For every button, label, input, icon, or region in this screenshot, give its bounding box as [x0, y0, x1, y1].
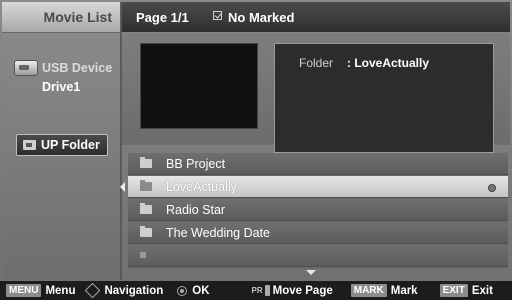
move-page-icon — [264, 285, 270, 296]
up-folder-label: UP Folder — [41, 138, 100, 152]
file-row[interactable]: BB Project — [128, 153, 508, 175]
menu-key-label: Menu — [45, 284, 76, 297]
drive-label[interactable]: Drive1 — [42, 80, 80, 94]
exit-key-badge: EXIT — [439, 284, 468, 297]
menu-key-badge: MENU — [6, 284, 42, 297]
ok-button-icon — [177, 285, 188, 296]
folder-info-key: Folder — [299, 56, 334, 70]
file-row-selected[interactable]: LoveActually — [120, 176, 508, 198]
footer-key-guide: MENU Menu Navigation OK PR Move Page MAR… — [0, 281, 512, 300]
file-name: BB Project — [166, 157, 226, 171]
navigation-label: Navigation — [104, 284, 164, 297]
header-bar: Page 1/1 No Marked — [122, 2, 510, 32]
row-pointer-icon — [120, 182, 125, 192]
up-folder-icon — [23, 140, 36, 150]
file-list: BB Project LoveActually Radio Star The W… — [120, 153, 508, 269]
file-name: The Wedding Date — [166, 226, 270, 240]
pr-label: PR — [251, 286, 263, 295]
folder-icon — [140, 157, 152, 168]
mark-key-badge: MARK — [350, 284, 387, 297]
thumbnail-preview — [140, 43, 258, 129]
file-row-empty — [128, 245, 508, 267]
empty-slot-icon — [140, 252, 146, 258]
sidebar-title: Movie List — [43, 9, 112, 25]
folder-icon — [140, 226, 152, 237]
folder-icon — [140, 203, 152, 214]
mark-check-icon — [213, 11, 222, 20]
ok-label: OK — [192, 284, 210, 297]
marked-status: No Marked — [228, 10, 295, 25]
move-page-label: Move Page — [272, 284, 333, 297]
usb-device-icon — [14, 60, 38, 76]
exit-key-label: Exit — [471, 284, 493, 297]
file-name: LoveActually — [166, 180, 237, 194]
ok-hint[interactable]: OK — [177, 284, 210, 297]
move-page-hint[interactable]: PR Move Page — [252, 285, 333, 297]
file-row[interactable]: Radio Star — [128, 199, 508, 221]
file-row[interactable]: The Wedding Date — [128, 222, 508, 244]
folder-info-value: : LoveActually — [347, 56, 430, 70]
exit-key-hint[interactable]: EXIT Exit — [439, 284, 493, 297]
mark-key-label: Mark — [390, 284, 418, 297]
sidebar: Movie List USB Device Drive1 UP Folder — [2, 2, 122, 280]
navigation-hint: Navigation — [81, 282, 164, 299]
navigation-icon — [85, 282, 101, 299]
info-panel: Folder : LoveActually — [274, 43, 494, 153]
movie-list-screen: Movie List USB Device Drive1 UP Folder P… — [0, 0, 512, 300]
up-folder-button[interactable]: UP Folder — [16, 134, 108, 156]
play-marker-icon — [488, 184, 496, 192]
sidebar-title-bar: Movie List — [2, 2, 120, 33]
menu-key-hint[interactable]: MENU Menu — [6, 284, 75, 297]
file-name: Radio Star — [166, 203, 226, 217]
scroll-down-icon[interactable] — [306, 270, 316, 275]
folder-icon — [140, 180, 152, 191]
page-indicator: Page 1/1 — [136, 10, 189, 25]
preview-area: Folder : LoveActually — [122, 33, 510, 153]
device-label: USB Device — [42, 61, 113, 75]
mark-key-hint[interactable]: MARK Mark — [350, 284, 418, 297]
